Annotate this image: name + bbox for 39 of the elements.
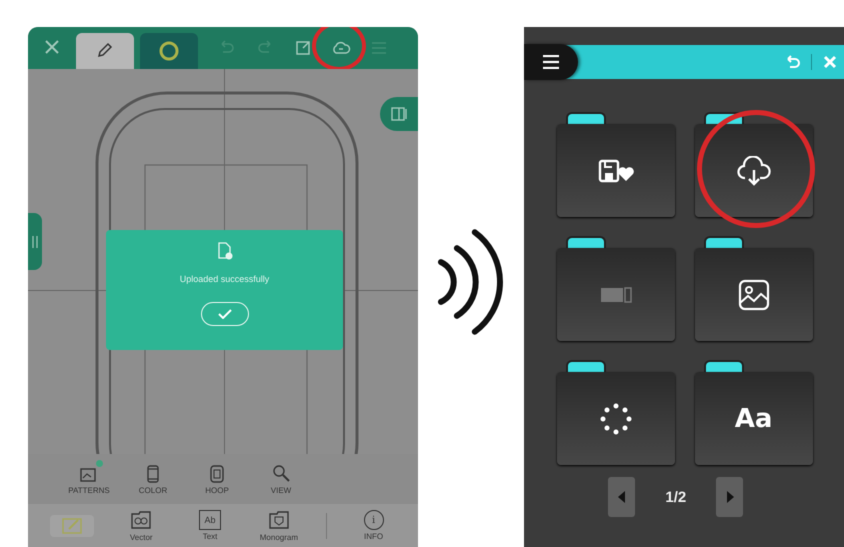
previous-page-button[interactable] <box>608 477 636 517</box>
tool-button[interactable]: HOOP <box>194 463 240 495</box>
page-indicator: 1/2 <box>665 488 686 506</box>
right-arrow-icon <box>726 491 734 503</box>
image-icon <box>738 278 770 310</box>
tab[interactable] <box>140 33 198 69</box>
confirm-button[interactable] <box>200 302 248 326</box>
undo-icon <box>785 55 801 69</box>
info-icon: i <box>364 510 384 530</box>
side-tab[interactable] <box>380 97 418 131</box>
card-reader-icon <box>600 284 632 304</box>
tab[interactable]: Vector <box>119 509 164 542</box>
folder-button[interactable] <box>556 124 675 217</box>
folder-button[interactable]: Aa <box>694 372 813 465</box>
tab[interactable]: Ab Text <box>188 510 232 541</box>
monogram-folder-icon <box>268 509 290 531</box>
folder-button[interactable] <box>694 248 813 341</box>
tool-button[interactable]: VIEW <box>258 463 304 495</box>
tab[interactable]: i INFO <box>352 510 396 541</box>
menu-icon <box>542 55 560 69</box>
panel-icon <box>391 106 407 122</box>
left-arrow-icon <box>618 491 626 503</box>
close-icon <box>823 55 837 69</box>
tool-button[interactable]: COLOR <box>130 463 176 495</box>
zoom-icon <box>271 463 291 483</box>
grip-icon <box>32 236 38 248</box>
tab[interactable] <box>76 33 134 69</box>
text-folder-icon: Ab <box>199 510 222 530</box>
dialog-message: Uploaded successfully <box>180 274 270 284</box>
tool-button[interactable]: PATTERNS <box>66 463 112 495</box>
check-icon <box>218 309 232 319</box>
side-tab[interactable] <box>28 213 42 270</box>
cloud-download-icon <box>736 156 772 186</box>
file-check-icon <box>216 242 232 260</box>
tab[interactable]: Monogram <box>256 509 301 542</box>
menu-button[interactable] <box>524 44 578 80</box>
vector-folder-icon <box>130 509 152 531</box>
next-page-button[interactable] <box>716 477 744 517</box>
ring-icon <box>159 41 179 61</box>
